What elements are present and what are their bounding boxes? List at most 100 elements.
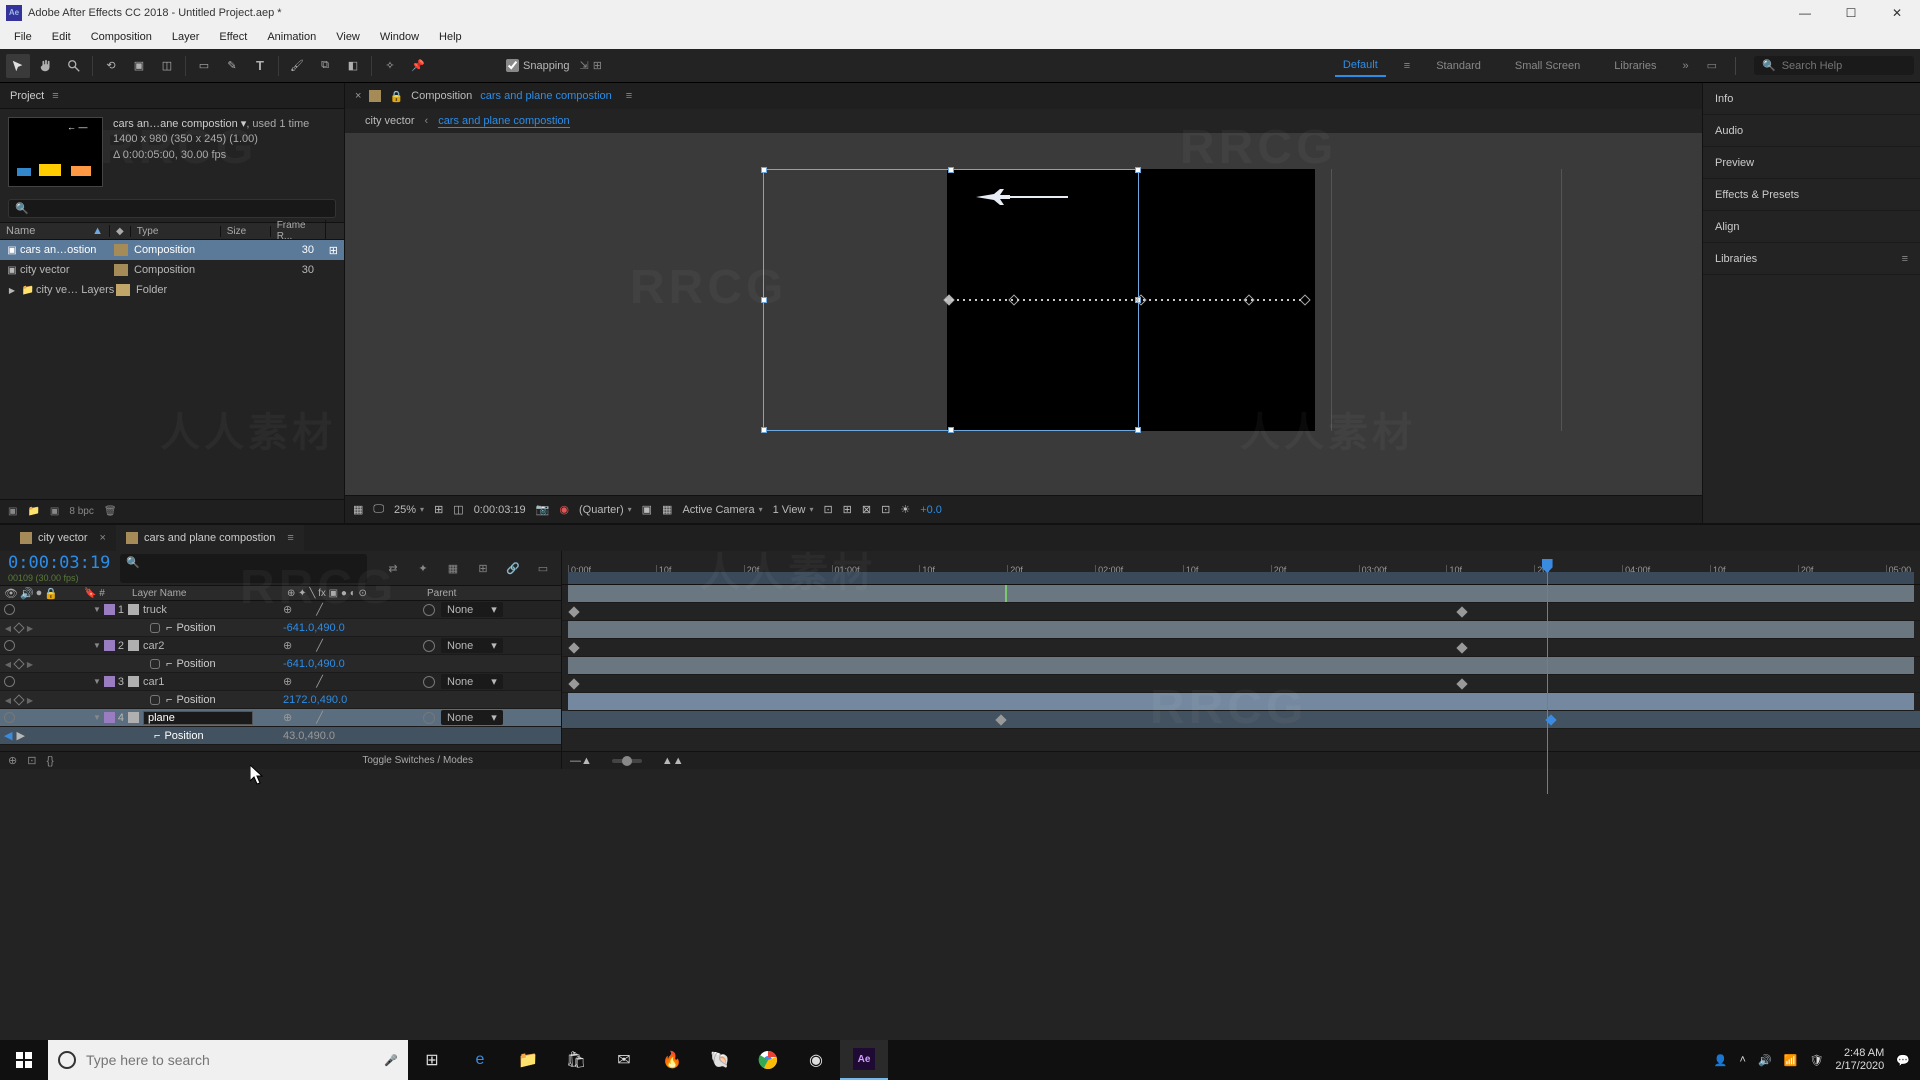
zoom-tool-icon[interactable]: [62, 54, 86, 78]
close-button[interactable]: ✕: [1874, 0, 1920, 25]
zoom-slider[interactable]: —▲ ▲▲: [562, 751, 1920, 769]
tab-menu-icon[interactable]: ≡: [287, 532, 293, 544]
timeline-timecode[interactable]: 0:00:03:19: [8, 553, 110, 573]
col-type[interactable]: Type: [131, 226, 221, 237]
property-row[interactable]: ◀▶ ⌐Position -641.0,490.0: [0, 655, 561, 673]
zoom-in-icon[interactable]: ▲▲: [662, 755, 684, 767]
eye-icon[interactable]: [4, 676, 15, 687]
col-layer-name[interactable]: Layer Name: [128, 588, 283, 599]
wifi-icon[interactable]: 📶: [1784, 1054, 1798, 1067]
keyframe-lane[interactable]: [562, 675, 1920, 693]
panel-audio[interactable]: Audio: [1703, 115, 1920, 147]
col-name[interactable]: Name▲: [0, 225, 110, 237]
resize-handle[interactable]: [761, 297, 767, 303]
tl-opt2-icon[interactable]: ✦: [413, 562, 433, 575]
property-row[interactable]: ◀▶ ⌐Position -641.0,490.0: [0, 619, 561, 637]
layer-row[interactable]: ▼4 ⊕╱ None▾: [0, 709, 561, 727]
project-search[interactable]: 🔍: [8, 199, 336, 218]
resize-handle[interactable]: [948, 167, 954, 173]
snapping-toggle[interactable]: Snapping ⇲ ⊞: [506, 59, 602, 72]
view-opt2-icon[interactable]: ⊞: [843, 503, 852, 516]
panel-effects[interactable]: Effects & Presets: [1703, 179, 1920, 211]
label-color-icon[interactable]: [104, 640, 115, 651]
work-area-bar[interactable]: [568, 572, 1914, 584]
after-effects-icon[interactable]: Ae: [840, 1040, 888, 1080]
col-parent[interactable]: Parent: [423, 588, 561, 599]
resize-handle[interactable]: [948, 427, 954, 433]
new-folder-icon[interactable]: 📁: [27, 506, 39, 517]
menu-layer[interactable]: Layer: [162, 28, 210, 46]
keyframe-lane[interactable]: [562, 603, 1920, 621]
panel-info[interactable]: Info: [1703, 83, 1920, 115]
project-panel-title[interactable]: Project: [10, 90, 44, 102]
next-key-icon[interactable]: ▶: [26, 624, 34, 632]
keyframe[interactable]: [568, 606, 579, 617]
start-button[interactable]: [0, 1040, 48, 1080]
brush-tool-icon[interactable]: 🖌: [285, 54, 309, 78]
magnification-icon[interactable]: ▦: [353, 503, 363, 516]
menu-view[interactable]: View: [326, 28, 370, 46]
bpc-label[interactable]: 8 bpc: [69, 506, 93, 517]
interpret-icon[interactable]: ▣: [8, 506, 17, 517]
panel-menu-icon[interactable]: ≡: [1902, 253, 1908, 265]
layer-row[interactable]: ▼2 car2 ⊕╱ None▾: [0, 637, 561, 655]
help-search-input[interactable]: [1782, 60, 1906, 72]
workspace-small[interactable]: Small Screen: [1507, 56, 1588, 76]
parent-select[interactable]: None▾: [441, 602, 503, 617]
explorer-icon[interactable]: 📁: [504, 1040, 552, 1080]
twirl-icon[interactable]: ▼: [93, 641, 101, 650]
layer-bar[interactable]: [568, 693, 1914, 711]
tl-foot-icon1[interactable]: ⊕: [8, 754, 17, 767]
keyframe[interactable]: [1457, 678, 1468, 689]
mask-icon[interactable]: ◫: [453, 503, 463, 516]
col-size[interactable]: Size: [221, 226, 271, 237]
taskbar-clock[interactable]: 2:48 AM 2/17/2020: [1835, 1047, 1884, 1073]
panel-preview[interactable]: Preview: [1703, 147, 1920, 179]
eye-icon[interactable]: [4, 640, 15, 651]
rectangle-tool-icon[interactable]: ▭: [192, 54, 216, 78]
pickwhip-icon[interactable]: [423, 676, 435, 688]
breadcrumb-item[interactable]: city vector: [365, 115, 415, 127]
workspace-default[interactable]: Default: [1335, 55, 1386, 77]
keyframe[interactable]: [568, 642, 579, 653]
project-item[interactable]: ▣ city vector Composition 30: [0, 260, 344, 280]
clone-tool-icon[interactable]: ⧉: [313, 54, 337, 78]
pan-behind-tool-icon[interactable]: ◫: [155, 54, 179, 78]
keyframe-lane[interactable]: [562, 639, 1920, 657]
timeline-search[interactable]: 🔍: [120, 554, 367, 583]
minimize-button[interactable]: —: [1782, 0, 1828, 25]
project-panel-menu-icon[interactable]: ≡: [52, 90, 58, 102]
layer-bar[interactable]: [568, 657, 1914, 675]
pickwhip-icon[interactable]: [423, 604, 435, 616]
timeline-tab[interactable]: city vector ×: [10, 525, 116, 551]
camera-select[interactable]: Active Camera▾: [682, 504, 762, 516]
project-item[interactable]: ▣ cars an…ostion Composition 30 ⊞: [0, 240, 344, 260]
zoom-select[interactable]: 25%▾: [394, 504, 424, 516]
parent-select[interactable]: None▾: [441, 638, 503, 653]
marker[interactable]: [1005, 585, 1007, 602]
workspace-standard[interactable]: Standard: [1428, 56, 1489, 76]
security-icon[interactable]: 🛡: [1809, 1054, 1823, 1067]
orbit-tool-icon[interactable]: ⟲: [99, 54, 123, 78]
text-tool-icon[interactable]: T: [248, 54, 272, 78]
grid-icon[interactable]: ⊞: [434, 503, 443, 516]
panel-libraries[interactable]: Libraries≡: [1703, 243, 1920, 275]
eraser-tool-icon[interactable]: ◧: [341, 54, 365, 78]
trash-icon[interactable]: 🗑: [104, 506, 117, 517]
resize-handle[interactable]: [761, 167, 767, 173]
mail-icon[interactable]: ✉: [600, 1040, 648, 1080]
lock-icon[interactable]: 🔒: [389, 90, 403, 103]
tray-expand-icon[interactable]: ˄: [1740, 1054, 1746, 1066]
panel-align[interactable]: Align: [1703, 211, 1920, 243]
audio-icon[interactable]: 🔊: [20, 587, 34, 600]
resize-handle[interactable]: [1135, 167, 1141, 173]
parent-select[interactable]: None▾: [441, 710, 503, 725]
new-comp-icon[interactable]: ▣: [50, 506, 59, 517]
parent-select[interactable]: None▾: [441, 674, 503, 689]
tl-opt3-icon[interactable]: ▦: [443, 562, 463, 575]
roi-icon[interactable]: ▣: [642, 503, 652, 516]
tl-opt4-icon[interactable]: ⊞: [473, 562, 493, 575]
snap-opt1-icon[interactable]: ⇲: [580, 59, 589, 72]
layer-bar[interactable]: [568, 585, 1914, 603]
edge-icon[interactable]: e: [456, 1040, 504, 1080]
